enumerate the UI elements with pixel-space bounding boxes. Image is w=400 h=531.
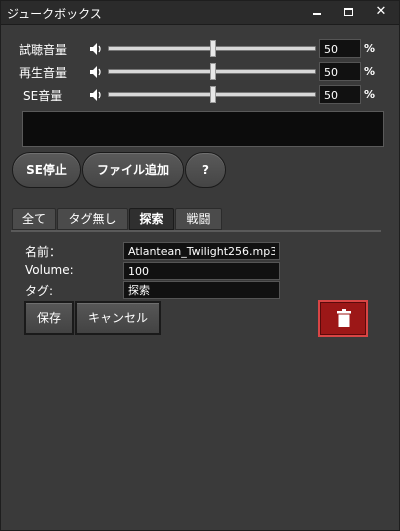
name-field[interactable] — [123, 242, 280, 260]
now-playing-display — [22, 111, 384, 147]
se-volume-row: SE音量 50 % — [1, 85, 399, 105]
slider-thumb[interactable] — [210, 86, 216, 103]
tag-field[interactable] — [123, 281, 280, 299]
minimize-button[interactable] — [303, 3, 331, 22]
percent-unit: % — [364, 65, 376, 78]
preview-volume-label: 試聴音量 — [19, 43, 68, 57]
help-button[interactable]: ? — [185, 152, 226, 188]
percent-unit: % — [364, 88, 376, 101]
preview-volume-row: 試聴音量 50 % — [1, 39, 399, 59]
name-label: 名前： — [25, 245, 62, 259]
playback-volume-label: 再生音量 — [19, 66, 68, 80]
preview-volume-value[interactable]: 50 — [319, 39, 361, 58]
window-title: ジュークボックス — [7, 7, 102, 21]
speaker-icon[interactable] — [89, 88, 103, 102]
cancel-button[interactable]: キャンセル — [75, 301, 161, 335]
delete-button[interactable] — [318, 300, 368, 337]
playback-volume-slider[interactable] — [108, 63, 316, 80]
volume-field[interactable] — [123, 262, 280, 280]
se-volume-slider[interactable] — [108, 86, 316, 103]
volume-label: Volume: — [25, 263, 74, 277]
add-file-button[interactable]: ファイル追加 — [82, 152, 184, 188]
maximize-icon — [343, 8, 353, 16]
tab-all[interactable]: 全て — [12, 208, 56, 230]
playback-volume-row: 再生音量 50 % — [1, 62, 399, 82]
slider-thumb[interactable] — [210, 63, 216, 80]
preview-volume-slider[interactable] — [108, 40, 316, 57]
tab-exploration[interactable]: 探索 — [129, 208, 174, 230]
tab-untagged[interactable]: タグ無し — [57, 208, 128, 230]
slider-thumb[interactable] — [210, 40, 216, 57]
speaker-icon[interactable] — [89, 42, 103, 56]
tab-battle[interactable]: 戦闘 — [175, 208, 222, 230]
se-volume-label: SE音量 — [23, 89, 63, 103]
title-bar[interactable]: ジュークボックス ✕ — [1, 1, 399, 25]
save-button[interactable]: 保存 — [24, 301, 74, 335]
minimize-icon — [313, 13, 321, 15]
se-stop-button[interactable]: SE停止 — [12, 152, 81, 188]
percent-unit: % — [364, 42, 376, 55]
jukebox-window: ジュークボックス ✕ 試聴音量 50 % 再生音量 50 % SE音量 50 %… — [0, 0, 400, 531]
maximize-button[interactable] — [334, 3, 362, 22]
close-button[interactable]: ✕ — [367, 3, 395, 22]
speaker-icon[interactable] — [89, 65, 103, 79]
playback-volume-value[interactable]: 50 — [319, 62, 361, 81]
se-volume-value[interactable]: 50 — [319, 85, 361, 104]
trash-icon — [337, 309, 351, 327]
tag-label: タグ: — [25, 284, 54, 298]
